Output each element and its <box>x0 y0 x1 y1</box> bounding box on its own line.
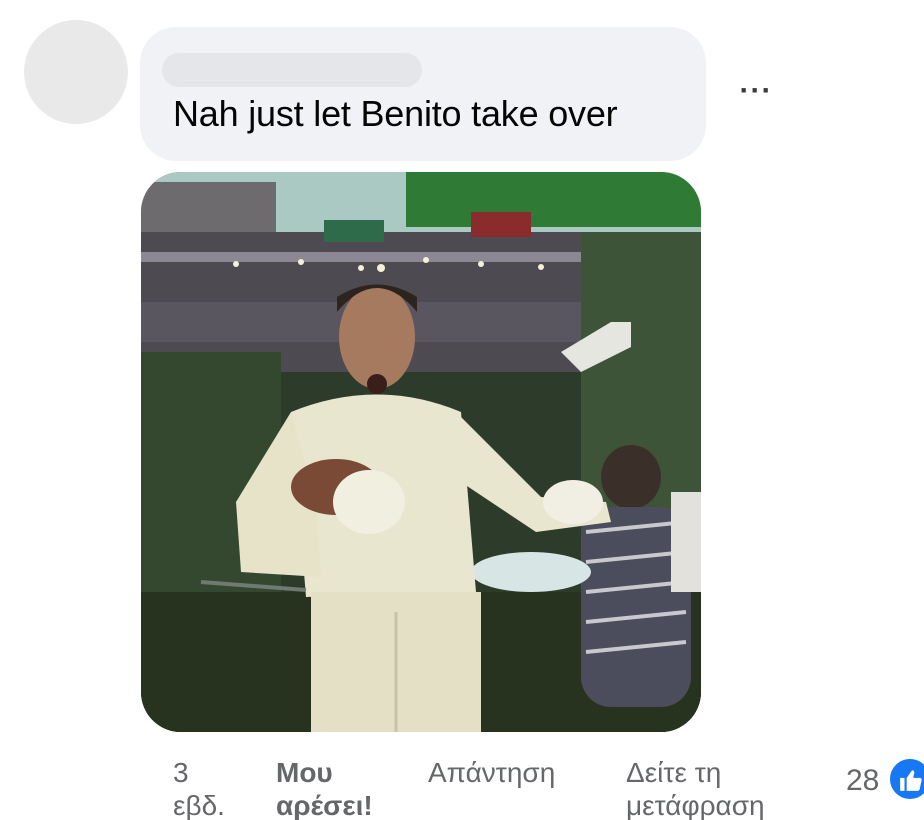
timestamp-line-2: εβδ. <box>173 790 225 820</box>
ellipsis-icon[interactable]: ··· <box>733 76 779 112</box>
comment-timestamp[interactable]: 3 εβδ. <box>173 756 225 820</box>
reply-button[interactable]: Απάντηση <box>428 756 555 789</box>
like-label-line-1: Μου <box>276 757 333 788</box>
timestamp-line-1: 3 <box>173 757 189 788</box>
comment-text: Nah just let Benito take over <box>173 93 618 134</box>
translate-label-line-2: μετάφραση <box>626 790 765 820</box>
redacted-author-name[interactable] <box>162 53 422 87</box>
like-button[interactable]: Μου αρέσει! <box>276 756 373 820</box>
translate-label-line-1: Δείτε τη <box>626 757 722 788</box>
gif-image <box>141 172 701 732</box>
comment-bubble: Nah just let Benito take over <box>140 27 706 161</box>
comment-gif[interactable] <box>141 172 701 732</box>
reaction-count[interactable]: 28 <box>846 764 879 798</box>
avatar[interactable] <box>24 20 128 124</box>
comment-container: Nah just let Benito take over ··· 3 εβδ.… <box>0 0 924 820</box>
thumbs-up-icon[interactable] <box>888 757 924 801</box>
see-translation-button[interactable]: Δείτε τη μετάφραση <box>626 756 765 820</box>
like-label-line-2: αρέσει! <box>276 790 373 820</box>
